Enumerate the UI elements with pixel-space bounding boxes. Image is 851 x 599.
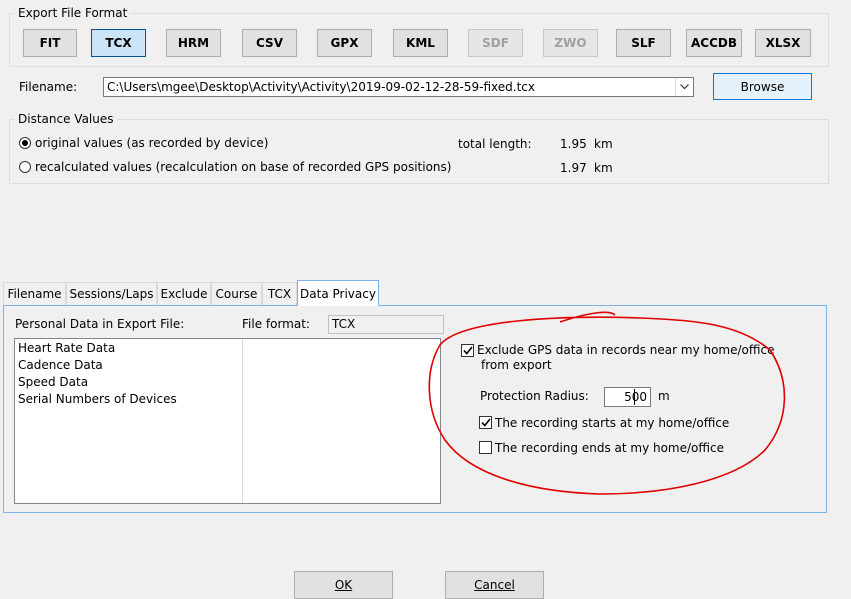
ok-button[interactable]: OK	[294, 571, 393, 599]
annotation-circle	[428, 311, 786, 495]
tab-data-privacy[interactable]: Data Privacy	[297, 280, 379, 306]
cancel-button[interactable]: Cancel	[445, 571, 544, 599]
ok-button-label: OK	[334, 578, 353, 592]
cancel-button-label: Cancel	[474, 578, 515, 592]
